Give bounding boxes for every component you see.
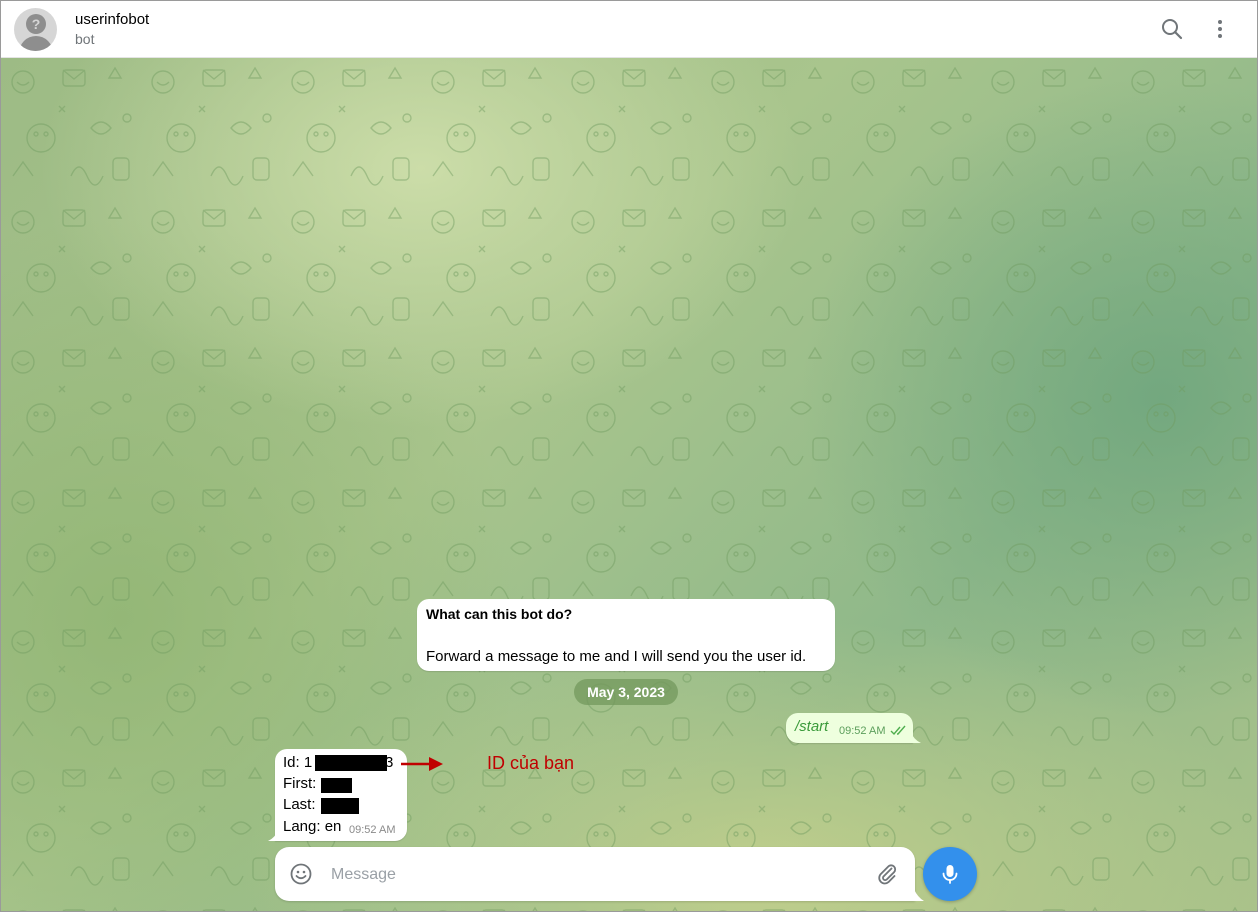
incoming-bubble-tail (268, 829, 279, 841)
chat-title[interactable]: userinfobot (75, 11, 149, 28)
doodle-pattern (1, 58, 1257, 911)
redaction-box (315, 755, 387, 771)
double-check-icon (890, 725, 906, 736)
incoming-message-time: 09:52 AM (349, 824, 396, 836)
chat-background (1, 58, 1257, 911)
annotation-arrow-icon (401, 757, 443, 771)
bot-intro-heading: What can this bot do? (426, 606, 573, 622)
chat-subtitle: bot (75, 31, 95, 47)
paperclip-icon[interactable] (875, 862, 899, 886)
chat-header[interactable]: ? userinfobot bot (1, 1, 1257, 58)
date-separator[interactable]: May 3, 2023 (574, 679, 678, 705)
redaction-box (321, 798, 359, 814)
incoming-message[interactable]: Id: 1 3 First: Last: Lang: en 09:52 AM (275, 749, 407, 841)
language-line: Lang: en (283, 818, 342, 835)
search-icon[interactable] (1158, 15, 1186, 43)
last-name-label: Last: (283, 796, 316, 813)
more-vertical-icon[interactable] (1206, 15, 1234, 43)
user-id-line: Id: 1 (283, 754, 312, 771)
user-id-tail: 3 (385, 754, 394, 771)
default-avatar-icon[interactable]: ? (14, 8, 57, 51)
microphone-icon[interactable] (923, 847, 977, 901)
telegram-window: ? userinfobot bot What can this bot do? … (0, 0, 1258, 912)
annotation-label: ID của bạn (487, 753, 575, 773)
message-input[interactable] (329, 857, 853, 893)
outgoing-message-text: /start (795, 718, 829, 735)
composer-tail (913, 887, 924, 901)
bot-intro-text: Forward a message to me and I will send … (426, 648, 807, 665)
redaction-box (321, 778, 352, 793)
outgoing-message-time: 09:52 AM (839, 725, 886, 737)
outgoing-message[interactable]: /start 09:52 AM (786, 713, 913, 743)
user-id-label: Id: 1 (283, 754, 313, 771)
message-composer[interactable] (275, 847, 915, 901)
bot-intro-card: What can this bot do? Forward a message … (417, 599, 835, 671)
outgoing-bubble-tail (910, 731, 921, 743)
smile-icon[interactable] (289, 862, 313, 886)
first-name-label: First: (283, 775, 317, 792)
